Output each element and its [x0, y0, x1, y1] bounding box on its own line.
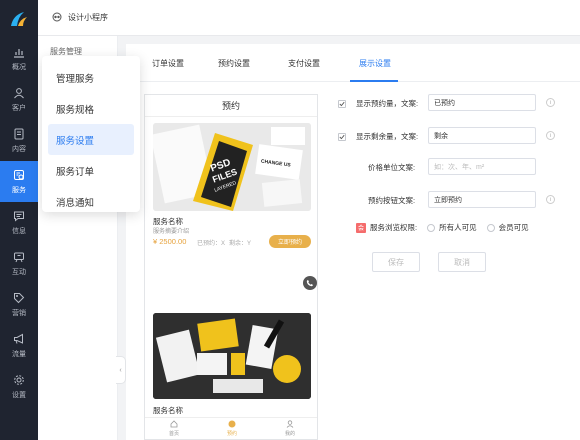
phone-call-icon[interactable]: [303, 276, 317, 290]
collapse-toggle[interactable]: ‹: [116, 356, 126, 384]
rail-item-4[interactable]: 信息: [0, 202, 38, 243]
price-unit-label: 价格单位文案:: [368, 163, 416, 172]
booking-icon: [228, 420, 236, 430]
menu-item-manage-service[interactable]: 管理服务: [48, 62, 134, 93]
main-panel: 订单设置 预约设置 支付设置 展示设置 预约 PSD FILES LAYERED: [126, 44, 580, 440]
menu-item-service-settings[interactable]: 服务设置: [48, 124, 134, 155]
menu-item-notifications[interactable]: 消息通知: [48, 186, 134, 217]
book-button-text-input[interactable]: 立即预约: [428, 191, 536, 208]
perm-option-all[interactable]: 所有人可见: [427, 222, 477, 233]
perm-member-radio[interactable]: [486, 223, 495, 232]
service-icon: [12, 168, 26, 182]
tab-booking-settings[interactable]: 预约设置: [218, 58, 250, 69]
tag-icon: [12, 291, 26, 305]
preview-title: 预约: [145, 95, 317, 117]
tab-order-settings[interactable]: 订单设置: [152, 58, 184, 69]
remaining-count: 剩余：Y: [229, 241, 252, 247]
gear-icon: [12, 373, 26, 387]
chart-icon: [12, 45, 26, 59]
miniprogram-icon: [52, 12, 62, 24]
rail-item-label: 流量: [12, 351, 26, 358]
service-menu: 管理服务 服务规格 服务设置 服务订单 消息通知: [42, 56, 140, 212]
preview-bottom-nav: 首页 预约 我的: [145, 417, 317, 439]
bnav-home[interactable]: 首页: [145, 418, 203, 439]
document-icon: [12, 127, 26, 141]
cancel-button[interactable]: 取消: [438, 252, 486, 272]
rail-item-5[interactable]: 互动: [0, 243, 38, 284]
rail-item-1[interactable]: 客户: [0, 79, 38, 120]
rail-item-0[interactable]: 概况: [0, 38, 38, 79]
booked-count: 已预约：X: [197, 241, 226, 247]
show-remaining-row: 显示剩余量，文案:: [338, 131, 418, 142]
service-price: ¥ 2500.00: [153, 237, 187, 246]
interact-icon: [12, 250, 26, 264]
message-icon: [12, 209, 26, 223]
info-icon[interactable]: i: [546, 131, 555, 140]
bnav-booking-label: 预约: [226, 431, 237, 437]
service-cover-image-2: [153, 313, 311, 399]
show-booked-checkbox[interactable]: [338, 99, 346, 108]
user-icon: [286, 420, 294, 430]
rail-item-6[interactable]: 营销: [0, 284, 38, 325]
bnav-booking[interactable]: 预约: [203, 418, 261, 439]
rail-item-label: 设置: [12, 392, 26, 399]
tab-payment-settings[interactable]: 支付设置: [288, 58, 320, 69]
megaphone-icon: [12, 332, 26, 346]
show-remaining-label: 显示剩余量，文案:: [356, 132, 419, 141]
rail-item-label: 互动: [12, 269, 26, 276]
info-icon[interactable]: i: [546, 98, 555, 107]
save-button[interactable]: 保存: [372, 252, 420, 272]
rail-item-label: 营销: [12, 310, 26, 317]
service-desc: 服务摘要介绍: [153, 229, 190, 235]
rail-item-8[interactable]: 设置: [0, 366, 38, 407]
settings-tabs: 订单设置 预约设置 支付设置 展示设置: [126, 44, 580, 82]
member-badge-icon: 会: [356, 222, 366, 233]
info-icon[interactable]: i: [546, 195, 555, 204]
phone-preview: 预约 PSD FILES LAYERED CHANGE US 服务名称 服务摘要…: [144, 94, 318, 440]
book-button-text-label: 预约按钮文案:: [368, 196, 416, 205]
main-rail: 概况客户内容服务信息互动营销流量设置: [0, 0, 38, 440]
app-logo: [0, 0, 38, 38]
book-now-button[interactable]: 立即预约: [269, 235, 311, 248]
menu-item-service-orders[interactable]: 服务订单: [48, 155, 134, 186]
menu-item-service-spec[interactable]: 服务规格: [48, 93, 134, 124]
rail-item-label: 信息: [12, 228, 26, 235]
page-title: 设计小程序: [68, 13, 108, 22]
perm-option-member[interactable]: 会员可见: [486, 222, 529, 233]
bnav-mine[interactable]: 我的: [261, 418, 317, 439]
rail-item-label: 概况: [12, 64, 26, 71]
show-booked-row: 显示预约量，文案:: [338, 98, 418, 109]
show-booked-label: 显示预约量，文案:: [356, 99, 419, 108]
service-cover-image: PSD FILES LAYERED CHANGE US: [153, 123, 311, 211]
show-remaining-checkbox[interactable]: [338, 132, 346, 141]
rail-item-2[interactable]: 内容: [0, 120, 38, 161]
app-frame: 概况 客户 内容 服务 信息 互动 营销 流量 设置 设计小程序 服务管理 ‹ 订单设置 预约设…: [0, 0, 580, 440]
home-icon: [170, 420, 178, 430]
bnav-mine-label: 我的: [284, 431, 295, 437]
perm-member-label: 会员可见: [498, 223, 529, 232]
browse-permission-row: 会 服务浏览权限: 所有人可见 会员可见: [356, 222, 529, 233]
rail-item-label: 内容: [12, 146, 26, 153]
rail-item-label: 服务: [12, 187, 26, 194]
remaining-text-input[interactable]: 剩余: [428, 127, 536, 144]
top-bar: 设计小程序: [38, 0, 580, 36]
user-icon: [12, 86, 26, 100]
browse-permission-label: 服务浏览权限:: [370, 223, 418, 232]
tab-display-settings[interactable]: 展示设置: [359, 58, 391, 69]
rail-item-label: 客户: [12, 105, 26, 112]
rail-item-3[interactable]: 服务: [0, 161, 38, 202]
price-unit-input[interactable]: 如：次、年、m²: [428, 158, 536, 175]
perm-all-radio[interactable]: [427, 223, 436, 232]
active-tab-indicator: [350, 80, 398, 82]
perm-all-label: 所有人可见: [439, 223, 477, 232]
booked-text-input[interactable]: 已预约: [428, 94, 536, 111]
service-name-2: 服务名称: [153, 406, 183, 415]
rail-item-7[interactable]: 流量: [0, 325, 38, 366]
bnav-home-label: 首页: [168, 431, 179, 437]
